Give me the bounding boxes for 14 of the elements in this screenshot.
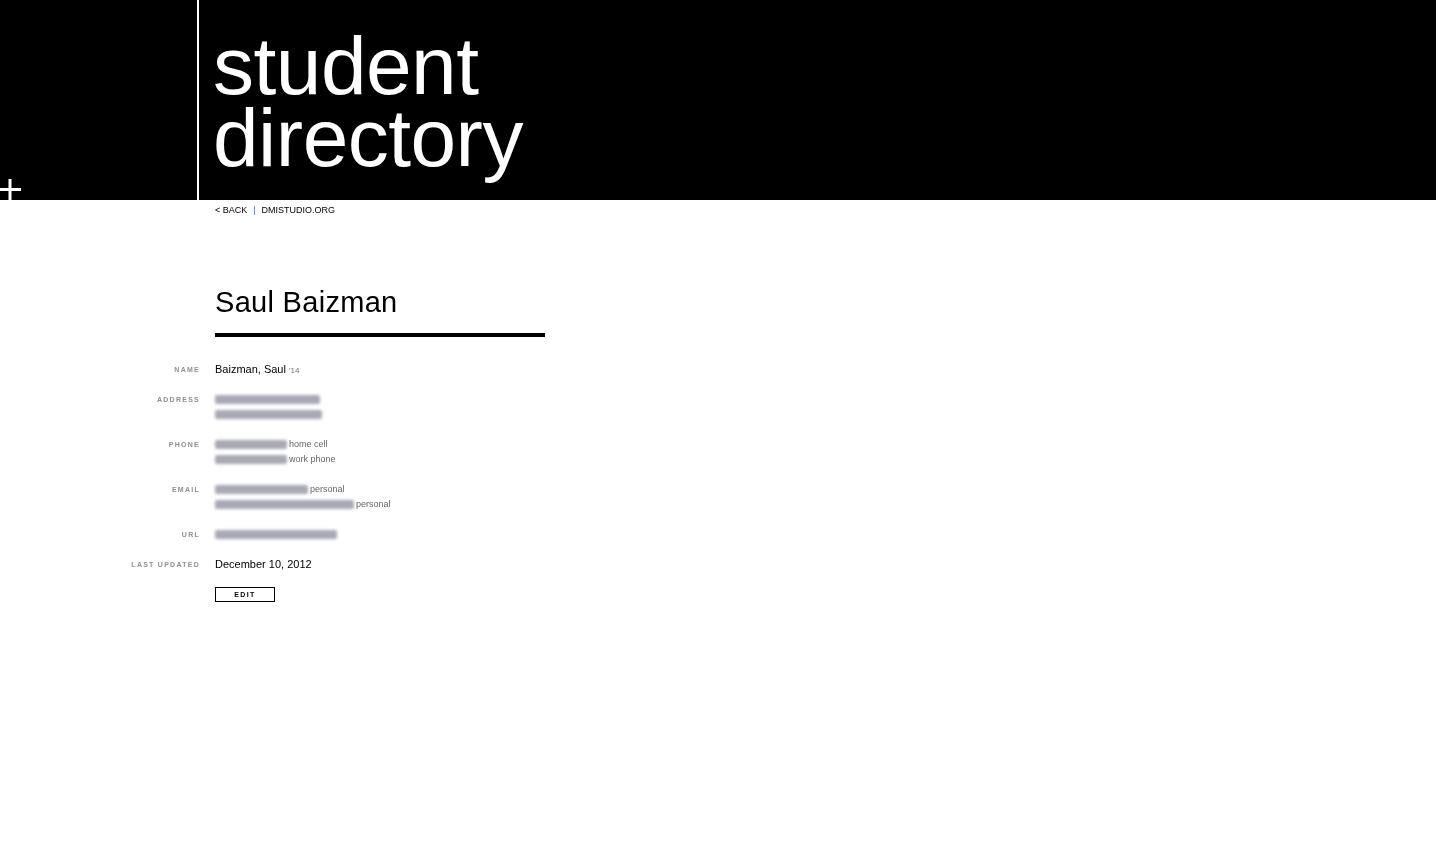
field-value: Baizman, Saul xyxy=(215,362,286,377)
field-note: personal xyxy=(310,483,345,496)
nav-separator: | xyxy=(253,205,256,216)
field-note: work phone xyxy=(289,453,336,466)
blurred-text xyxy=(215,455,287,464)
student-name: Saul Baizman xyxy=(215,285,398,319)
back-link[interactable]: < BACK xyxy=(215,205,248,216)
field-note: personal xyxy=(356,498,391,511)
site-link[interactable]: DMISTUDIO.ORG xyxy=(261,205,336,216)
class-year: '14 xyxy=(288,365,300,377)
blurred-text xyxy=(215,440,287,449)
field-note: home cell xyxy=(289,438,328,451)
field-value: December 10, 2012 xyxy=(215,557,312,572)
page-title: student directory xyxy=(213,20,523,185)
